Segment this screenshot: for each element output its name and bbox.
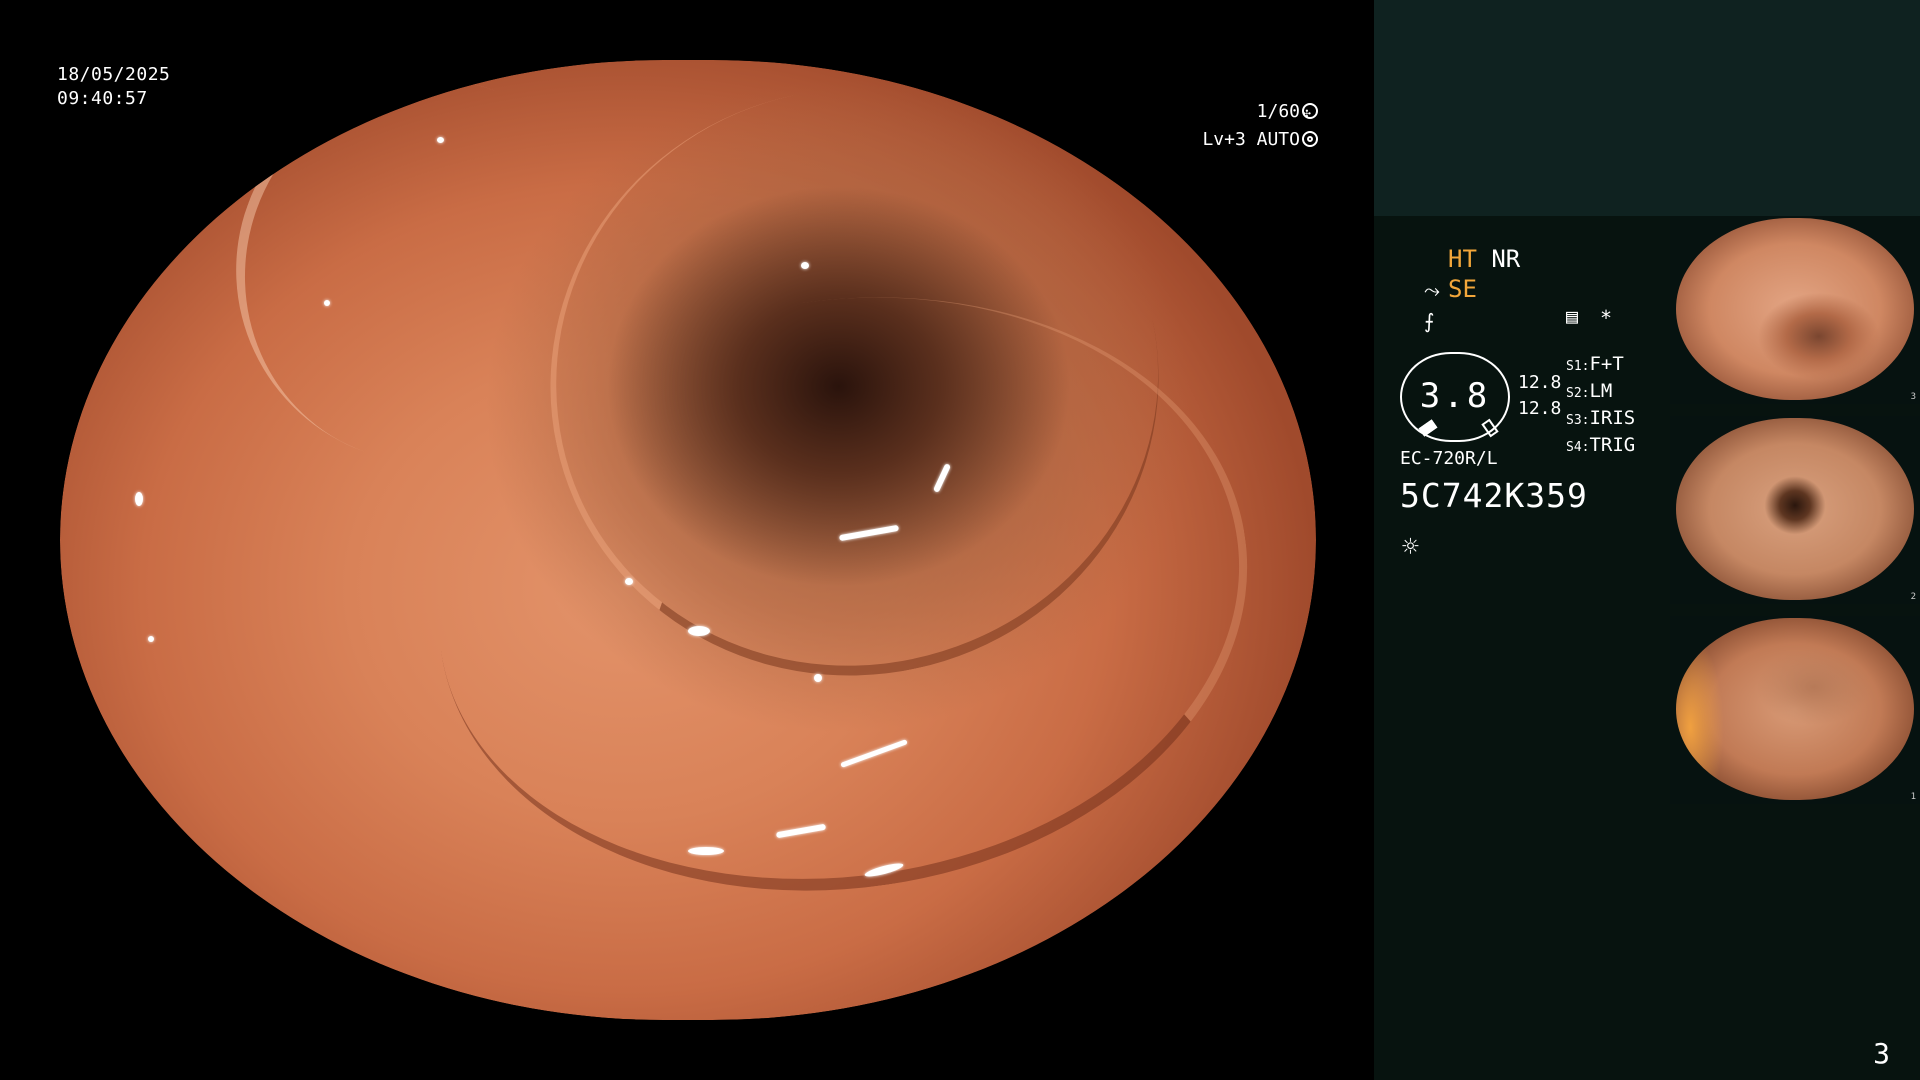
gauge-marker-right bbox=[1481, 418, 1499, 438]
exposure-readout: 1/60 Lv+3 AUTO bbox=[1188, 98, 1318, 154]
switch-value: LM bbox=[1589, 380, 1613, 402]
record-icon: ▤ bbox=[1566, 304, 1579, 328]
level-text: Lv+3 AUTO bbox=[1202, 129, 1300, 150]
thumbnail[interactable]: 1 bbox=[1670, 616, 1920, 804]
status-indicators: HT NR ⤳ SE ⨍ bbox=[1424, 244, 1520, 336]
specular-highlight bbox=[436, 136, 444, 143]
time-text: 09:40:57 bbox=[57, 88, 148, 109]
thumbnail-image bbox=[1676, 618, 1914, 800]
specular-highlight bbox=[474, 69, 487, 78]
specular-highlight bbox=[813, 674, 822, 683]
page-number: 3 bbox=[1873, 1037, 1890, 1070]
level-line: Lv+3 AUTO bbox=[1188, 126, 1318, 154]
status-line-2: ⤳ SE bbox=[1424, 274, 1520, 305]
gauge-side-value-2: 12.8 bbox=[1518, 398, 1562, 419]
endoscopic-image bbox=[60, 60, 1316, 1020]
switch-key: S3: bbox=[1566, 413, 1590, 428]
shutter-line: 1/60 bbox=[1188, 98, 1318, 128]
switch-value: IRIS bbox=[1589, 407, 1636, 429]
switch-item: S4:TRIG bbox=[1566, 433, 1635, 460]
thumbnail-number: 1 bbox=[1910, 792, 1916, 802]
specular-highlight bbox=[449, 79, 459, 87]
gauge-side-values: 12.8 12.8 bbox=[1518, 370, 1561, 422]
thumbnail-image bbox=[1676, 418, 1914, 600]
thumbnail[interactable]: 3 bbox=[1670, 216, 1920, 404]
se-indicator: SE bbox=[1448, 275, 1477, 303]
endoscope-view: 18/05/2025 09:40:57 1/60 Lv+3 AUTO bbox=[0, 0, 1374, 1080]
thumbnail-number: 3 bbox=[1910, 392, 1916, 402]
auto-iris-icon bbox=[1302, 131, 1318, 147]
shutter-text: 1/60 bbox=[1256, 101, 1300, 122]
scope-model: EC-720R/L bbox=[1400, 448, 1498, 469]
date-text: 18/05/2025 bbox=[57, 64, 171, 85]
scope-serial: 5C742K359 bbox=[1400, 476, 1588, 515]
switch-key: S4: bbox=[1566, 440, 1590, 455]
light-source-icon: ☼ bbox=[1402, 530, 1419, 563]
switch-key: S1: bbox=[1566, 359, 1590, 374]
switch-value: F+T bbox=[1589, 353, 1624, 375]
pump-icon: ⤳ bbox=[1424, 278, 1440, 302]
side-panel-header bbox=[1374, 0, 1920, 216]
switch-item: S2:LM bbox=[1566, 379, 1635, 406]
thumbnail-image bbox=[1676, 218, 1914, 400]
gauge-display: 3.8 bbox=[1400, 352, 1510, 442]
specular-highlight bbox=[801, 261, 810, 269]
switch-key: S2: bbox=[1566, 386, 1590, 401]
specular-highlight bbox=[323, 300, 330, 306]
ht-indicator: HT bbox=[1448, 245, 1477, 273]
capture-thumbnails: 3 2 1 bbox=[1670, 216, 1920, 816]
status-line-1: HT NR bbox=[1424, 244, 1520, 274]
waveform-icon: ⨍ bbox=[1424, 309, 1435, 333]
nr-indicator: NR bbox=[1491, 245, 1521, 273]
specular-highlight bbox=[147, 636, 154, 642]
switch-item: S1:F+T bbox=[1566, 352, 1635, 379]
thumbnail[interactable]: 2 bbox=[1670, 416, 1920, 604]
side-panel: HT NR ⤳ SE ⨍ ▤ * 3.8 12.8 12.8 S1:F+T S2:… bbox=[1374, 0, 1920, 1080]
switch-assignments: S1:F+T S2:LM S3:IRIS S4:TRIG bbox=[1566, 352, 1635, 460]
datetime-readout: 18/05/2025 09:40:57 bbox=[57, 63, 170, 111]
star-icon: * bbox=[1600, 306, 1613, 330]
thumbnail-number: 2 bbox=[1910, 592, 1916, 602]
switch-item: S3:IRIS bbox=[1566, 406, 1635, 433]
switch-value: TRIG bbox=[1589, 434, 1636, 456]
gauge-marker-left bbox=[1418, 419, 1438, 437]
gauge-value: 3.8 bbox=[1419, 376, 1491, 416]
shutter-icon bbox=[1302, 100, 1318, 128]
status-line-3: ⨍ bbox=[1424, 305, 1520, 336]
gauge-side-value-1: 12.8 bbox=[1518, 372, 1562, 393]
